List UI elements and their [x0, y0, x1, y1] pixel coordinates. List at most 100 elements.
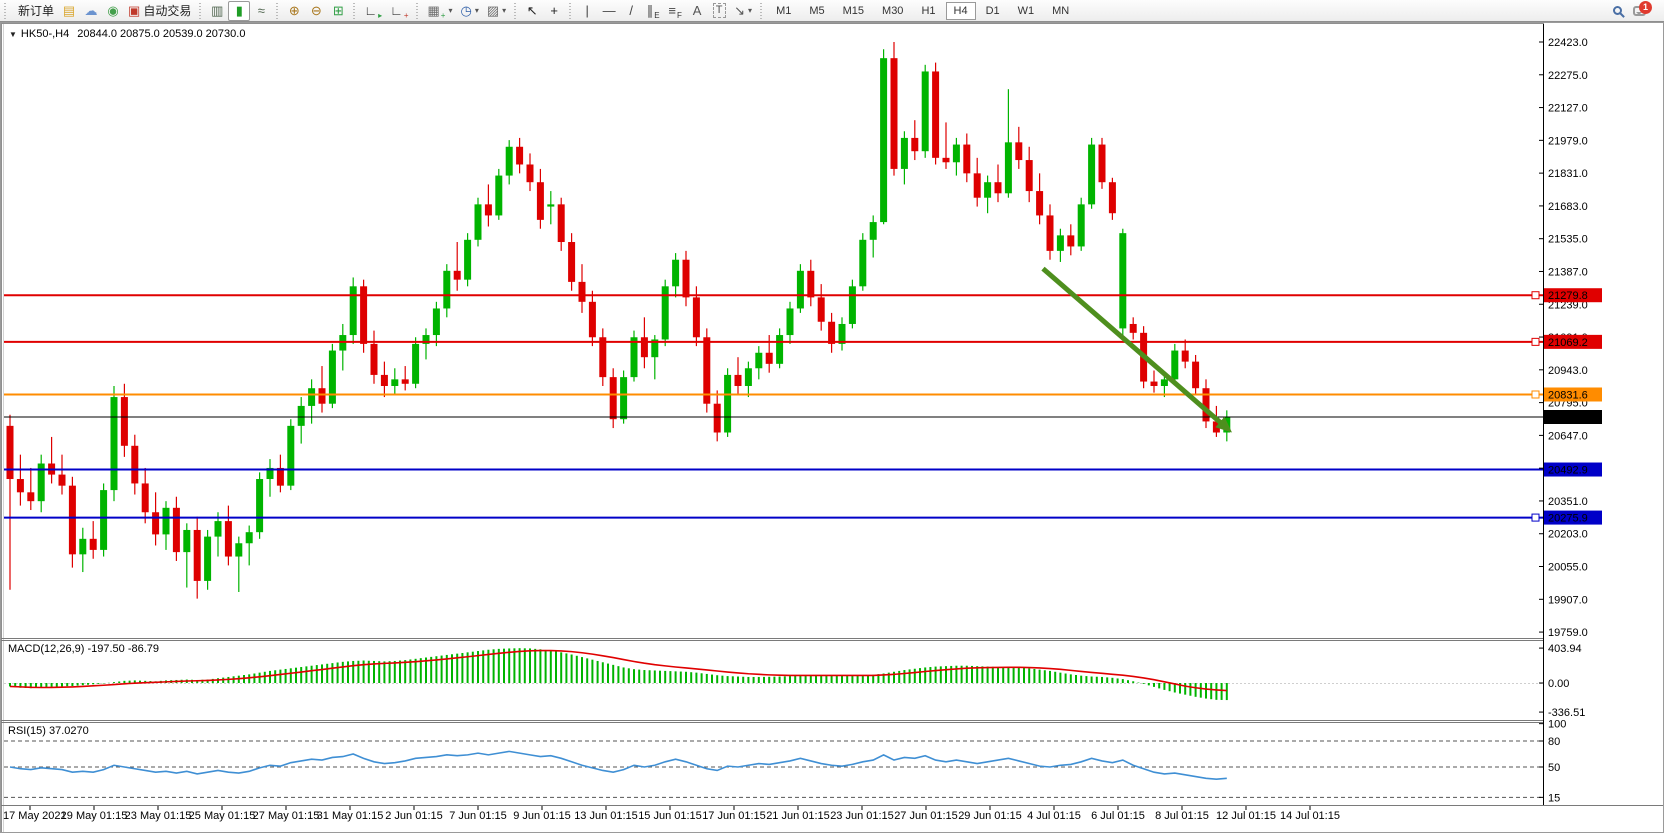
templates-button[interactable]: ▨▾	[483, 1, 510, 21]
price-tick-label: 21683.0	[1548, 201, 1588, 213]
trendline-tool[interactable]: /	[620, 1, 642, 21]
toolbar-separator	[512, 3, 519, 19]
toolbar-separator	[197, 3, 204, 19]
horizontal-line-tool[interactable]: —	[598, 1, 620, 21]
timeframe-mn[interactable]: MN	[1044, 2, 1077, 20]
time-tick-label: 13 Jun 01:15	[574, 810, 638, 822]
svg-text:20831.6: 20831.6	[1548, 389, 1588, 401]
timeframe-w1[interactable]: W1	[1010, 2, 1043, 20]
price-tick-label: 20647.0	[1548, 430, 1588, 442]
autotrade-button[interactable]: ▣自动交易	[124, 1, 195, 21]
auto-scroll-icon[interactable]: ∟▸	[360, 1, 386, 21]
chart-shift-icon[interactable]: ∟+	[386, 1, 412, 21]
price-tick-label: 19907.0	[1548, 594, 1588, 606]
equidistant-channel-tool[interactable]: ∥E	[642, 1, 664, 21]
symbol-period-label: HK50-,H4	[21, 28, 69, 40]
timeframe-m5[interactable]: M5	[801, 2, 832, 20]
svg-text:20275.9: 20275.9	[1548, 513, 1588, 525]
price-tick-label: 20943.0	[1548, 365, 1588, 377]
text-tool[interactable]: A	[686, 1, 708, 21]
tile-windows-icon[interactable]: ⊞	[327, 1, 349, 21]
time-tick-label: 27 Jun 01:15	[894, 810, 958, 822]
toolbar-separator	[2, 3, 9, 19]
time-tick-label: 31 May 01:15	[317, 810, 384, 822]
time-tick-label: 2 Jun 01:15	[385, 810, 443, 822]
price-tick-label: 22423.0	[1548, 37, 1588, 49]
time-tick-label: 7 Jun 01:15	[449, 810, 507, 822]
rsi-tick-label: 80	[1548, 736, 1560, 748]
price-tick-label: 22275.0	[1548, 70, 1588, 82]
rsi-indicator-label: RSI(15) 37.0270	[8, 725, 89, 737]
timeframe-h4[interactable]: H4	[946, 2, 976, 20]
toolbar-separator	[414, 3, 421, 19]
time-tick-label: 29 Jun 01:15	[958, 810, 1022, 822]
time-tick-label: 23 May 01:15	[125, 810, 192, 822]
community-icon[interactable]: ☁	[80, 1, 102, 21]
time-tick-label: 17 Jun 01:15	[702, 810, 766, 822]
new-chart-button[interactable]: ▦+▾	[423, 1, 456, 21]
svg-text:21069.2: 21069.2	[1548, 337, 1588, 349]
price-tick-label: 21979.0	[1548, 135, 1588, 147]
macd-tick-label: 403.94	[1548, 643, 1582, 655]
svg-text:21279.8: 21279.8	[1548, 290, 1588, 302]
fibonacci-tool[interactable]: ≡F	[664, 1, 686, 21]
toolbar-separator	[351, 3, 358, 19]
cursor-tool[interactable]: ↖	[521, 1, 543, 21]
timeframe-d1[interactable]: D1	[978, 2, 1008, 20]
timeframe-m30[interactable]: M30	[874, 2, 911, 20]
timeframe-h1[interactable]: H1	[913, 2, 943, 20]
time-tick-label: 8 Jul 01:15	[1155, 810, 1209, 822]
periods-button[interactable]: ◷▾	[456, 1, 482, 21]
time-tick-label: 12 Jul 01:15	[1216, 810, 1276, 822]
price-tick-label: 22127.0	[1548, 103, 1588, 115]
zoom-in-icon[interactable]: ⊕	[283, 1, 305, 21]
chart-canvas[interactable]: 22423.022275.022127.021979.021831.021683…	[0, 22, 1664, 833]
line-chart-icon[interactable]: ≈	[250, 1, 272, 21]
price-tick-label: 19759.0	[1548, 627, 1588, 639]
price-tick-label: 20055.0	[1548, 562, 1588, 574]
market-watch-icon[interactable]: ▤	[58, 1, 80, 21]
chat-icon[interactable]: 1	[1628, 1, 1650, 21]
toolbar-separator	[274, 3, 281, 19]
macd-tick-label: 0.00	[1548, 678, 1569, 690]
candlestick-chart-icon[interactable]: ▮	[228, 1, 250, 21]
arrows-tool[interactable]: ↘▾	[730, 1, 756, 21]
price-tick-label: 20351.0	[1548, 496, 1588, 508]
ohlc-values: 20844.0 20875.0 20539.0 20730.0	[77, 28, 245, 40]
toolbar: 新订单▤☁◉▣自动交易 ▥▮≈ ⊕⊖⊞ ∟▸∟+ ▦+▾◷▾▨▾ ↖+ |—/∥E≡FAT↘…	[0, 0, 1664, 22]
timeframe-m15[interactable]: M15	[835, 2, 872, 20]
new-order-button[interactable]: 新订单	[11, 1, 58, 21]
signals-icon[interactable]: ◉	[102, 1, 124, 21]
macd-tick-label: -336.51	[1548, 707, 1585, 719]
macd-indicator-label: MACD(12,26,9) -197.50 -86.79	[8, 643, 159, 655]
crosshair-tool[interactable]: +	[543, 1, 565, 21]
bar-chart-icon[interactable]: ▥	[206, 1, 228, 21]
time-tick-label: 23 Jun 01:15	[830, 810, 894, 822]
rsi-tick-label: 50	[1548, 762, 1560, 774]
chart-window[interactable]: 22423.022275.022127.021979.021831.021683…	[0, 22, 1664, 833]
price-tick-label: 21387.0	[1548, 266, 1588, 278]
time-tick-label: 6 Jul 01:15	[1091, 810, 1145, 822]
zoom-out-icon[interactable]: ⊖	[305, 1, 327, 21]
time-tick-label: 15 Jun 01:15	[638, 810, 702, 822]
toolbar-separator	[758, 3, 765, 19]
time-tick-label: 25 May 01:15	[189, 810, 256, 822]
collapse-arrow-icon[interactable]: ▼	[9, 30, 17, 39]
time-tick-label: 9 Jun 01:15	[513, 810, 571, 822]
toolbar-separator	[567, 3, 574, 19]
text-label-tool[interactable]: T	[708, 1, 730, 21]
vertical-line-tool[interactable]: |	[576, 1, 598, 21]
price-tick-label: 21535.0	[1548, 234, 1588, 246]
search-icon[interactable]	[1606, 1, 1628, 21]
svg-text:20492.9: 20492.9	[1548, 465, 1588, 477]
time-tick-label: 21 Jun 01:15	[766, 810, 830, 822]
rsi-tick-label: 100	[1548, 719, 1566, 731]
rsi-tick-label: 15	[1548, 792, 1560, 804]
timeframe-m1[interactable]: M1	[768, 2, 799, 20]
time-tick-label: 17 May 2022	[3, 810, 67, 822]
price-tick-label: 20203.0	[1548, 529, 1588, 541]
chart-title: ▼ HK50-,H4 20844.0 20875.0 20539.0 20730.0	[9, 28, 245, 40]
time-tick-label: 27 May 01:15	[253, 810, 320, 822]
notification-badge: 1	[1639, 1, 1652, 14]
time-tick-label: 4 Jul 01:15	[1027, 810, 1081, 822]
